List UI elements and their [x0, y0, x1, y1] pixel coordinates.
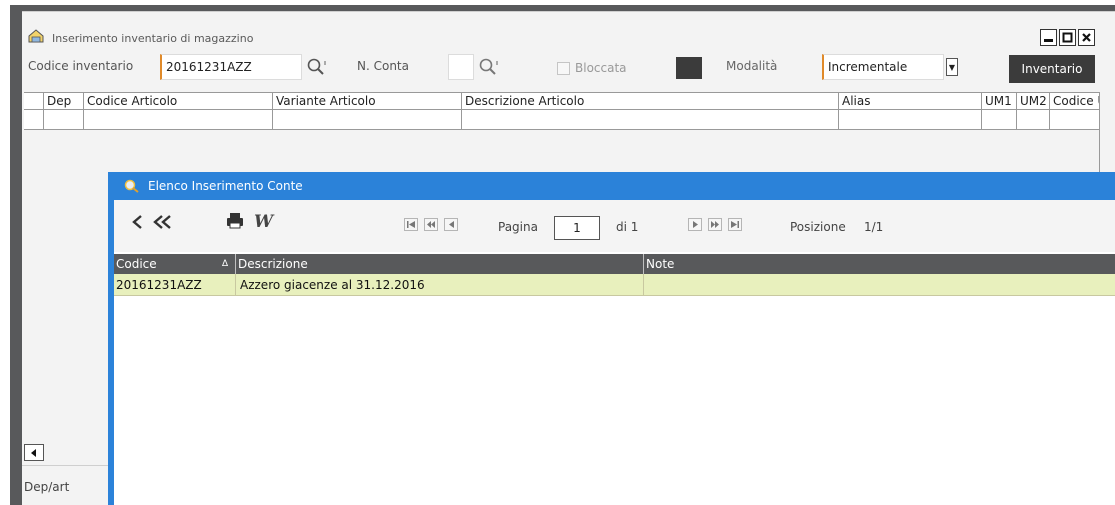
n-conta-label: N. Conta: [357, 59, 409, 73]
next-fast-button[interactable]: [708, 218, 722, 231]
inventario-button[interactable]: Inventario: [1009, 55, 1095, 83]
close-button[interactable]: [1078, 29, 1095, 46]
row-note: [644, 274, 1115, 296]
chevron-left-icon: [31, 448, 36, 457]
main-grid-header: Dep Codice Articolo Variante Articolo De…: [24, 92, 1100, 110]
prev-page-icon: [448, 221, 454, 228]
column-header-um1[interactable]: UM1: [982, 93, 1017, 109]
column-header-codice-label: Codice: [116, 257, 157, 271]
prev-fast-icon: [427, 221, 435, 228]
grid-cell: [1017, 110, 1050, 129]
grid-cell: [84, 110, 273, 129]
grid-row-selector: [24, 93, 44, 109]
page-total-label: di 1: [616, 220, 639, 234]
column-header-variante-articolo[interactable]: Variante Articolo: [273, 93, 462, 109]
popup-window: Elenco Inserimento Conte W Pagina 1 di 1: [108, 172, 1115, 505]
modalita-label: Modalità: [726, 59, 778, 73]
prev-fast-button[interactable]: [424, 218, 438, 231]
first-page-icon: [407, 221, 415, 228]
modalita-select[interactable]: Incrementale: [822, 54, 944, 80]
popup-title: Elenco Inserimento Conte: [148, 179, 303, 193]
sort-asc-icon: ∆: [222, 259, 229, 269]
next-fast-icon: [711, 221, 719, 228]
bloccata-checkbox[interactable]: [557, 62, 570, 75]
popup-title-bar: Elenco Inserimento Conte: [114, 172, 1115, 200]
row-descrizione: Azzero giacenze al 31.12.2016: [236, 274, 644, 296]
maximize-icon: [1062, 32, 1073, 43]
scroll-left-button[interactable]: [24, 444, 44, 461]
column-header-note[interactable]: Note: [644, 254, 1115, 274]
last-page-icon: [731, 221, 739, 228]
dep-art-label: Dep/art: [24, 480, 70, 494]
bloccata-label: Bloccata: [575, 61, 627, 75]
table-row[interactable]: [24, 110, 1100, 130]
main-toolbar: Codice inventario 20161231AZZ N. Conta B…: [22, 54, 1115, 84]
window-frame-left: [10, 5, 22, 505]
posizione-label: Posizione: [790, 220, 846, 234]
table-row[interactable]: 20161231AZZ Azzero giacenze al 31.12.201…: [114, 274, 1115, 296]
search-icon[interactable]: [306, 57, 328, 79]
search-icon[interactable]: [478, 57, 500, 79]
codice-inventario-input[interactable]: 20161231AZZ: [160, 54, 302, 80]
search-folder-icon: [124, 179, 139, 193]
pagina-label: Pagina: [498, 220, 538, 234]
home-folder-icon: [28, 29, 44, 43]
last-page-button[interactable]: [728, 218, 742, 231]
popup-toolbar: W Pagina 1 di 1 Posizione 1/1: [114, 200, 1115, 252]
maximize-button[interactable]: [1059, 29, 1076, 46]
column-header-descrizione[interactable]: Descrizione: [236, 254, 644, 274]
color-swatch[interactable]: [676, 57, 702, 79]
column-header-descrizione-articolo[interactable]: Descrizione Articolo: [462, 93, 839, 109]
column-header-codice[interactable]: Codice ∆: [114, 254, 236, 274]
column-header-um2[interactable]: UM2: [1017, 93, 1050, 109]
column-header-alias[interactable]: Alias: [839, 93, 982, 109]
n-conta-input[interactable]: [448, 54, 474, 80]
close-icon: [1082, 33, 1091, 42]
popup-grid-header: Codice ∆ Descrizione Note: [114, 254, 1115, 274]
main-title-bar: Inserimento inventario di magazzino: [22, 12, 1115, 50]
grid-cell: [273, 110, 462, 129]
word-icon[interactable]: W: [254, 212, 273, 232]
minimize-button[interactable]: [1040, 29, 1057, 46]
grid-cell: [1050, 110, 1100, 129]
page-number-input[interactable]: 1: [554, 216, 600, 240]
posizione-value: 1/1: [864, 220, 884, 234]
prev-page-button[interactable]: [444, 218, 458, 231]
grid-cell: [982, 110, 1017, 129]
back-icon[interactable]: [130, 214, 144, 230]
minimize-icon: [1044, 39, 1053, 42]
column-header-codice-articolo[interactable]: Codice Articolo: [84, 93, 273, 109]
grid-cell: [44, 110, 84, 129]
column-header-dep[interactable]: Dep: [44, 93, 84, 109]
grid-cell: [839, 110, 982, 129]
grid-cell: [462, 110, 839, 129]
grid-cell: [24, 110, 44, 129]
next-page-icon: [692, 221, 698, 228]
next-page-button[interactable]: [688, 218, 702, 231]
first-page-button[interactable]: [404, 218, 418, 231]
divider: [22, 465, 112, 466]
window-controls: [1040, 29, 1095, 46]
print-icon[interactable]: [226, 212, 244, 230]
first-back-icon[interactable]: [152, 214, 174, 230]
chevron-down-icon[interactable]: ▼: [946, 58, 958, 76]
main-window-title: Inserimento inventario di magazzino: [52, 32, 254, 45]
row-codice: 20161231AZZ: [114, 274, 236, 296]
codice-inventario-label: Codice inventario: [28, 59, 134, 73]
column-header-codice-u[interactable]: Codice U: [1050, 93, 1100, 109]
